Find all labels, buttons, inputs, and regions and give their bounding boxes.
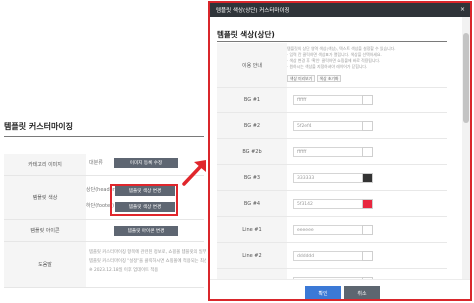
help-text-3: ※ 2023.12.18일 이후 업데이트 적용 — [89, 268, 159, 273]
modal-header: 템플릿 색상(상단) 커스터마이징 — [210, 3, 470, 17]
color-swatch[interactable] — [362, 225, 373, 235]
title-divider — [4, 136, 204, 137]
color-input[interactable]: dddddd — [293, 251, 363, 261]
field-row-line2: Line #2 dddddd — [217, 243, 447, 269]
highlight-box — [110, 184, 178, 216]
help-text-1: 템플릿 커스터마이징 항목에 관련된 정보로, 쇼핑몰 템플릿의 일부 디자인 … — [89, 250, 206, 255]
row-label: 템플릿 색상 — [4, 176, 86, 219]
field-row-bg1: BG #1 ffffff — [217, 88, 447, 113]
row-label: 도움말 — [4, 242, 86, 287]
field-row-bg4: BG #4 5f3142 — [217, 191, 447, 217]
color-swatch[interactable] — [362, 121, 373, 131]
field-label: BG #2b — [217, 139, 287, 164]
guide-label: 이용 안내 — [217, 43, 287, 87]
color-input[interactable]: 5f2ef4 — [293, 121, 363, 131]
reset-button[interactable]: 색상 초기화 — [317, 75, 341, 82]
sub-label-major: 대분류 — [89, 160, 103, 166]
guide-line-2: · 입력 칸 클릭하면 색상표가 열립니다. 색상을 선택하세요. — [287, 52, 382, 57]
color-input[interactable]: 5f3142 — [293, 199, 363, 209]
field-label: Line #1 — [217, 217, 287, 242]
color-swatch[interactable] — [362, 95, 373, 105]
color-swatch[interactable] — [362, 251, 373, 261]
guide-line-3: · 색상 변경 후 '확인' 클릭하면 쇼핑몰에 바로 적용됩니다. — [287, 58, 381, 63]
color-swatch[interactable] — [362, 199, 373, 209]
cancel-button[interactable]: 취소 — [344, 286, 380, 299]
color-input[interactable]: eeeeee — [293, 225, 363, 235]
color-input[interactable]: 333333 — [293, 173, 363, 183]
image-edit-button[interactable]: 이미지 등록 수정 — [114, 158, 178, 168]
field-label: Line #2 — [217, 243, 287, 268]
modal-title-divider — [217, 41, 447, 42]
modal-header-title: 템플릿 색상(상단) 커스터마이징 — [216, 8, 290, 14]
field-label: BG #3 — [217, 165, 287, 190]
color-input[interactable]: ffffff — [293, 95, 363, 105]
field-row-bg2: BG #2 5f2ef4 — [217, 113, 447, 139]
scrollbar-thumb[interactable] — [463, 33, 469, 123]
guide-line-1: 템플릿의 상단 영역 색상(색상), 텍스트 색상을 설정할 수 있습니다. — [287, 46, 396, 51]
color-customize-modal: 템플릿 색상(상단) 커스터마이징 × 템플릿 색상(상단) 이용 안내 템플릿… — [208, 1, 472, 301]
guide-line-4: · 원하시는 색상을 지정하셔야 레이어가 닫힙니다. — [287, 64, 368, 69]
field-label: BG #1 — [217, 88, 287, 112]
confirm-button[interactable]: 확인 — [305, 286, 341, 299]
field-label: BG #4 — [217, 191, 287, 216]
field-label: BG #2 — [217, 113, 287, 138]
screenshot-root: 템플릿 커스터마이징 카테고리 이미지 대분류 이미지 등록 수정 템플릿 색상… — [0, 0, 474, 303]
preview-button[interactable]: 색상 미리보기 — [287, 75, 315, 82]
field-row-bg3: BG #3 333333 — [217, 165, 447, 191]
color-input[interactable]: ffffff — [293, 147, 363, 157]
color-swatch[interactable] — [362, 173, 373, 183]
icon-edit-button[interactable]: 템플릿 아이콘 변경 — [114, 226, 178, 236]
help-text-2: 템플릿 커스터마이징 "설정"을 클릭하시면 쇼핑몰에 적용되는 최신 버전을 … — [89, 259, 206, 264]
row-label: 템플릿 아이콘 — [4, 220, 86, 241]
color-swatch[interactable] — [362, 147, 373, 157]
modal-title: 템플릿 색상(상단) — [217, 30, 275, 39]
field-row-line1: Line #1 eeeeee — [217, 217, 447, 243]
row-label: 카테고리 이미지 — [4, 154, 86, 175]
close-icon[interactable]: × — [460, 6, 465, 13]
field-row-bg2b: BG #2b ffffff — [217, 139, 447, 165]
page-title: 템플릿 커스터마이징 — [4, 122, 74, 131]
pointer-arrow-icon — [182, 160, 206, 186]
